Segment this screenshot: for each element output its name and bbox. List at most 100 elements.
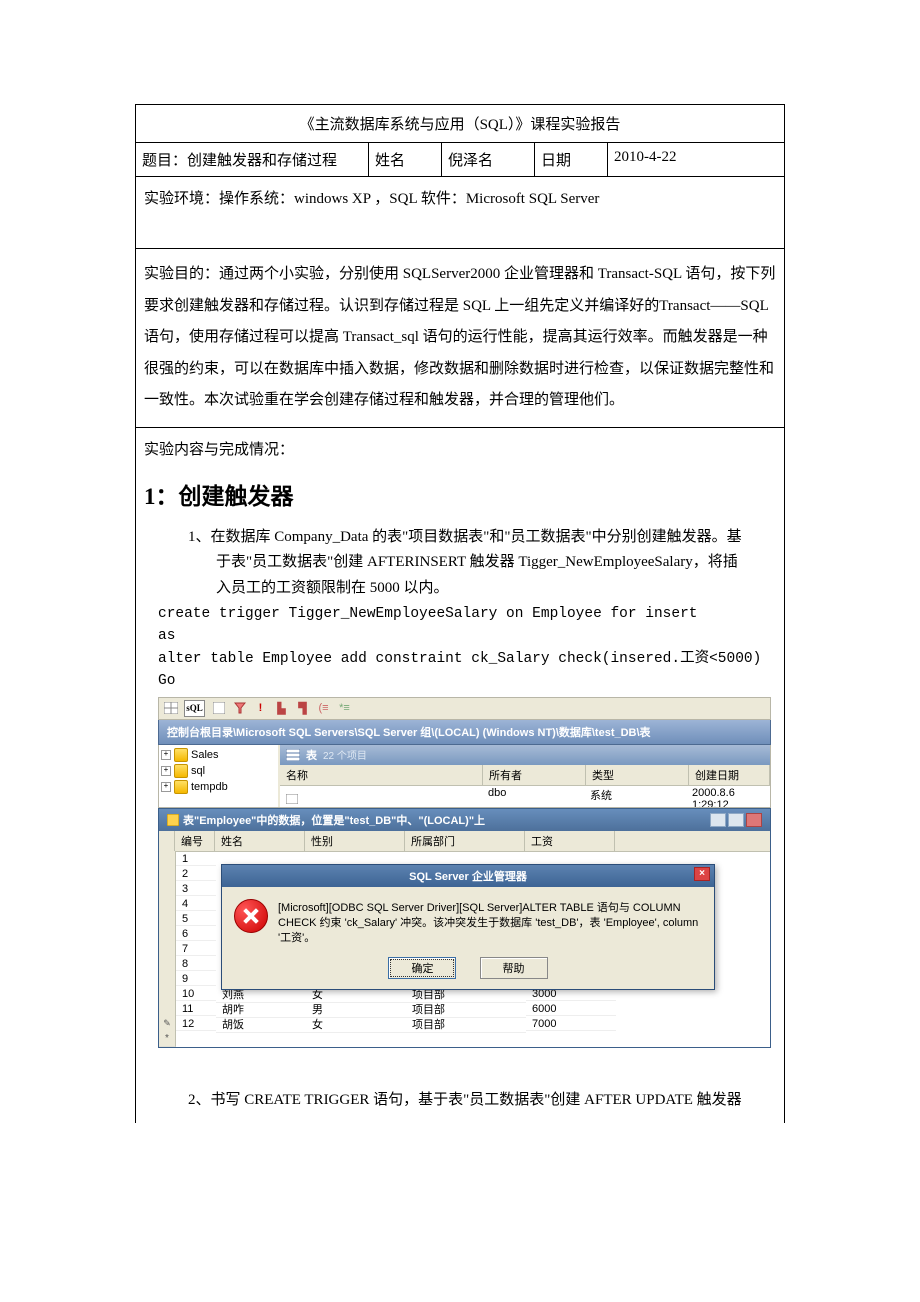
- dialog-message: [Microsoft][ODBC SQL Server Driver][SQL …: [278, 899, 702, 946]
- col-type[interactable]: 类型: [586, 765, 689, 785]
- cell-id[interactable]: 3: [176, 883, 216, 896]
- tree-node-label: sql: [191, 765, 205, 777]
- toolbar-grid-icon[interactable]: [163, 701, 178, 716]
- cell-id[interactable]: 10: [176, 988, 216, 1001]
- row-header[interactable]: [159, 986, 176, 1002]
- item-1-l3: 入员工的工资额限制在 5000 以内。: [188, 576, 776, 602]
- col-owner[interactable]: 所有者: [483, 765, 586, 785]
- row-header[interactable]: [159, 881, 176, 897]
- close-button[interactable]: [746, 813, 762, 827]
- section-1-heading: 1：创建触发器: [144, 477, 776, 511]
- cell-id[interactable]: 1: [176, 853, 216, 866]
- row-header[interactable]: [159, 911, 176, 927]
- toolbar: sQL ! ▙ ▜ (≡ *≡: [158, 697, 771, 720]
- cell-gender[interactable]: 女: [306, 1016, 406, 1033]
- cell-id[interactable]: 4: [176, 898, 216, 911]
- row-header[interactable]: [159, 956, 176, 972]
- dialog-title: SQL Server 企业管理器: [409, 871, 527, 883]
- toolbar-window-icon[interactable]: [211, 701, 226, 716]
- grid-body: 1 2 3 4 5 6 7 8 9 10刘燕女项目部3000 11胡咋男项目部6…: [159, 852, 770, 1047]
- date-value: 2010-4-22: [608, 143, 785, 177]
- tree-node-sql[interactable]: +sql: [161, 763, 276, 779]
- grid-column-headers: 编号 姓名 性别 所属部门 工资: [159, 831, 770, 852]
- cell-id[interactable]: 2: [176, 868, 216, 881]
- row-header[interactable]: [159, 941, 176, 957]
- cell-id[interactable]: 12: [176, 1018, 216, 1031]
- cell-salary[interactable]: 6000: [526, 1003, 616, 1016]
- toolbar-indent-icon[interactable]: (≡: [316, 701, 331, 716]
- dialog-buttons: 确定 帮助: [222, 951, 714, 989]
- list-header: 表 22 个项目: [280, 745, 770, 765]
- report-table: 《主流数据库系统与应用（SQL）》课程实验报告 题目：创建触发器和存储过程 姓名…: [135, 104, 785, 1123]
- cell-salary[interactable]: 7000: [526, 1018, 616, 1031]
- col-salary[interactable]: 工资: [525, 831, 615, 851]
- tree-pane[interactable]: +Sales +sql +tempdb: [159, 745, 280, 807]
- col-id[interactable]: 编号: [175, 831, 215, 851]
- col-name[interactable]: 姓名: [215, 831, 305, 851]
- error-dialog: SQL Server 企业管理器 × [Microsoft][ODBC SQL …: [221, 864, 715, 991]
- cell-id[interactable]: 7: [176, 943, 216, 956]
- data-grid-title-bar[interactable]: 表"Employee"中的数据，位置是"test_DB"中、"(LOCAL)"上: [159, 809, 770, 831]
- tree-node-tempdb[interactable]: +tempdb: [161, 779, 276, 795]
- col-department[interactable]: 所属部门: [405, 831, 525, 851]
- name-label: 姓名: [369, 143, 442, 177]
- tree-node-label: Sales: [191, 749, 219, 761]
- list-columns: 名称 所有者 类型 创建日期: [280, 765, 770, 786]
- minimize-button[interactable]: [710, 813, 726, 827]
- row-header-corner: [159, 831, 175, 851]
- item-1-l1: 1、在数据库 Company_Data 的表"项目数据表"和"员工数据表"中分别…: [188, 525, 776, 551]
- dialog-body: [Microsoft][ODBC SQL Server Driver][SQL …: [222, 887, 714, 952]
- list-row[interactable]: dbo 系统 2000.8.6 1:29:12: [280, 786, 770, 808]
- cell-id[interactable]: 8: [176, 958, 216, 971]
- col-gender[interactable]: 性别: [305, 831, 405, 851]
- toolbar-sql-icon[interactable]: sQL: [184, 700, 205, 717]
- maximize-button[interactable]: [728, 813, 744, 827]
- toolbar-run-icon[interactable]: !: [253, 701, 268, 716]
- data-grid-title: 表"Employee"中的数据，位置是"test_DB"中、"(LOCAL)"上: [183, 812, 485, 828]
- ok-button[interactable]: 确定: [388, 957, 456, 979]
- item-1-l2: 于表"员工数据表"创建 AFTERINSERT 触发器 Tigger_NewEm…: [188, 550, 776, 576]
- code-block-1: create trigger Tigger_NewEmployeeSalary …: [158, 603, 776, 693]
- col-name[interactable]: 名称: [280, 765, 483, 785]
- cell-id[interactable]: 11: [176, 1003, 216, 1016]
- row-header[interactable]: [159, 896, 176, 912]
- cell-id[interactable]: 6: [176, 928, 216, 941]
- tree-node-label: tempdb: [191, 781, 228, 793]
- dialog-close-button[interactable]: ×: [694, 867, 710, 881]
- toolbar-sort-asc-icon[interactable]: ▙: [274, 701, 289, 716]
- page: 《主流数据库系统与应用（SQL）》课程实验报告 题目：创建触发器和存储过程 姓名…: [0, 0, 920, 1302]
- row-header[interactable]: [159, 971, 176, 987]
- list-header-title: 表: [306, 747, 317, 763]
- database-icon: [174, 748, 188, 762]
- row-header[interactable]: [159, 926, 176, 942]
- help-button[interactable]: 帮助: [480, 957, 548, 979]
- database-icon: [174, 780, 188, 794]
- dialog-title-bar[interactable]: SQL Server 企业管理器 ×: [222, 865, 714, 887]
- row-header[interactable]: [159, 1001, 176, 1017]
- list-row-type: 系统: [584, 786, 686, 808]
- database-icon: [174, 764, 188, 778]
- row-header[interactable]: ✎: [159, 1016, 176, 1032]
- toolbar-outdent-icon[interactable]: *≡: [337, 701, 352, 716]
- report-title: 《主流数据库系统与应用（SQL）》课程实验报告: [136, 105, 785, 143]
- table-row[interactable]: 11胡咋男项目部6000: [159, 1002, 770, 1017]
- content-cell: 实验内容与完成情况： 1：创建触发器 1、在数据库 Company_Data 的…: [136, 427, 785, 1123]
- explorer-body: +Sales +sql +tempdb 表 22 个项目 名称: [158, 745, 771, 808]
- list-pane: 表 22 个项目 名称 所有者 类型 创建日期 dbo: [280, 745, 770, 807]
- cell-name[interactable]: 胡饭: [216, 1016, 306, 1033]
- row-header[interactable]: [159, 866, 176, 882]
- row-header[interactable]: *: [159, 1031, 176, 1047]
- cell-id[interactable]: 5: [176, 913, 216, 926]
- row-header[interactable]: [159, 851, 176, 867]
- toolbar-filter-icon[interactable]: [232, 701, 247, 716]
- cell-dept[interactable]: 项目部: [406, 1016, 526, 1033]
- new-row[interactable]: *: [159, 1032, 770, 1047]
- col-date[interactable]: 创建日期: [689, 765, 770, 785]
- table-row[interactable]: ✎12胡饭女项目部7000: [159, 1017, 770, 1032]
- toolbar-sort-desc-icon[interactable]: ▜: [295, 701, 310, 716]
- name-value: 倪泽名: [442, 143, 535, 177]
- cell-id[interactable]: 9: [176, 973, 216, 986]
- date-label: 日期: [535, 143, 608, 177]
- tree-node-sales[interactable]: +Sales: [161, 747, 276, 763]
- breadcrumb-path: 控制台根目录\Microsoft SQL Servers\SQL Server …: [158, 720, 771, 745]
